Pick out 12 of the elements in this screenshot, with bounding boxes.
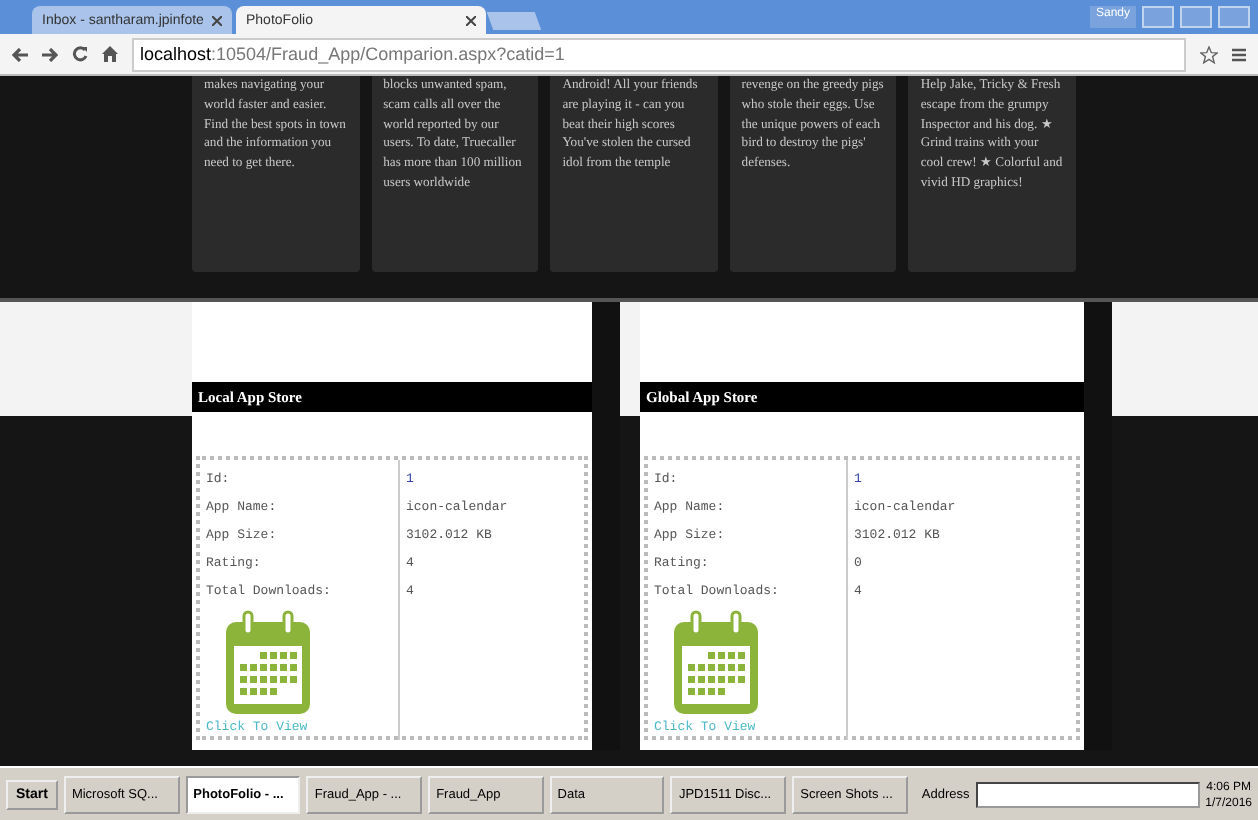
- back-icon[interactable]: [12, 47, 28, 61]
- close-icon[interactable]: [212, 15, 222, 25]
- forward-icon[interactable]: [42, 47, 58, 61]
- close-icon[interactable]: [466, 15, 476, 25]
- star-icon[interactable]: [1200, 45, 1218, 63]
- reload-icon[interactable]: [72, 46, 88, 62]
- calendar-icon: [222, 610, 314, 718]
- calendar-icon: [670, 610, 762, 718]
- address-bar[interactable]: localhost:10504/Fraud_App/Comparion.aspx?catid=1: [132, 37, 1186, 71]
- home-icon[interactable]: [102, 46, 118, 62]
- address-field[interactable]: [975, 782, 1200, 808]
- menu-icon[interactable]: [1232, 47, 1246, 61]
